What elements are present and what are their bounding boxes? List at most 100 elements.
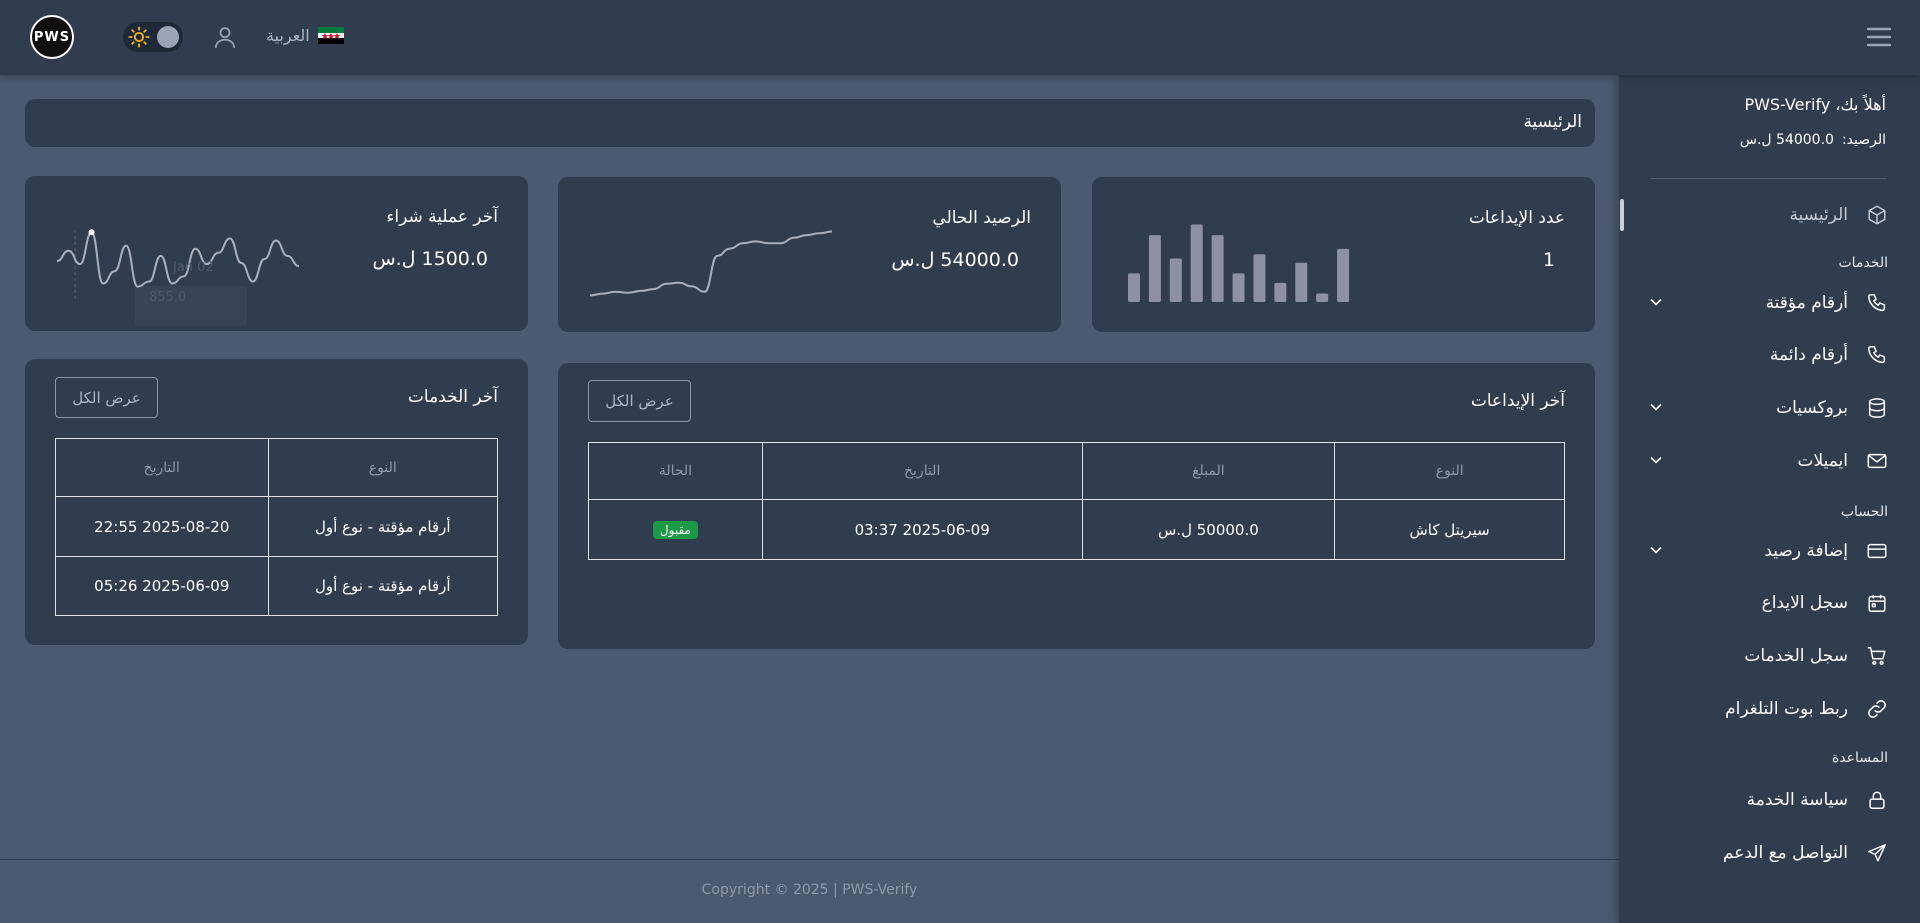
mail-icon: [1867, 453, 1887, 469]
table-row: سيريتل كاش 50000.0 ل.س 2025-06-09 03:37 …: [588, 499, 1565, 560]
phone-icon: [1868, 294, 1886, 312]
sidebar-item-add-balance[interactable]: إضافة رصيد: [1648, 536, 1888, 566]
column-header: الحالة: [588, 442, 763, 500]
top-bar: PWS العربية: [0, 0, 1920, 75]
hover-point: [88, 229, 95, 236]
sidebar-item-label: أرقام دائمة: [1769, 345, 1848, 365]
services-table: النوع التاريخ أرقام مؤقتة - نوع أول 2025…: [55, 438, 499, 616]
section-services: الخدمات: [1838, 255, 1889, 271]
card-title: الرصيد الحالي: [932, 208, 1031, 228]
active-indicator: [1620, 199, 1624, 231]
cell-date: 2025-06-09 05:26: [55, 556, 269, 616]
cart-icon: [1867, 647, 1886, 665]
chart-tooltip: Jan 02 855.0: [135, 260, 247, 326]
bar-5: [1211, 235, 1224, 302]
balance-label: الرصيد:: [1841, 132, 1886, 148]
phone-icon: [1868, 346, 1886, 364]
sidebar-item-label: الرئيسية: [1789, 205, 1848, 225]
logo[interactable]: PWS: [30, 15, 74, 59]
sidebar-item-deposit-log[interactable]: سجل الايداع: [1648, 588, 1888, 618]
sidebar-item-proxies[interactable]: بروكسيات: [1648, 393, 1888, 423]
table-row: أرقام مؤقتة - نوع أول 2025-08-20 22:55: [55, 496, 499, 557]
tooltip-date: Jan 02: [173, 260, 214, 275]
footer-divider: [0, 859, 1619, 860]
link-icon: [1868, 700, 1886, 718]
card-value: 54000.0 ل.س: [891, 249, 1019, 271]
page-title: الرئيسية: [1523, 112, 1582, 132]
sidebar-item-telegram-bot[interactable]: ربط بوت التلغرام: [1648, 694, 1888, 724]
sun-icon: [128, 26, 150, 48]
sidebar-item-label: بروكسيات: [1776, 398, 1848, 418]
view-all-services-button[interactable]: عرض الكل: [55, 377, 158, 418]
bar-3: [1169, 258, 1182, 302]
database-icon: [1868, 398, 1886, 418]
sidebar-item-label: سجل الخدمات: [1744, 646, 1848, 666]
sidebar-balance: الرصيد: 54000.0 ل.س: [1740, 132, 1886, 148]
breadcrumb: الرئيسية: [25, 99, 1595, 147]
sidebar-item-services-log[interactable]: سجل الخدمات: [1648, 641, 1888, 671]
bar-2: [1148, 235, 1161, 302]
sidebar-item-temp-numbers[interactable]: أرقام مؤقتة: [1648, 288, 1888, 318]
theme-toggle[interactable]: [123, 22, 183, 52]
menu-icon[interactable]: [1866, 26, 1892, 48]
balance-series-line: [589, 230, 833, 297]
cube-icon: [1868, 205, 1886, 225]
card-value: 1: [1542, 249, 1555, 271]
bar-1: [1128, 273, 1140, 302]
chevron-down-icon: [1650, 457, 1662, 464]
lock-icon: [1869, 791, 1885, 809]
sidebar-item-emails[interactable]: ايميلات: [1648, 446, 1888, 476]
view-all-deposits-button[interactable]: عرض الكل: [588, 380, 691, 422]
column-header: التاريخ: [55, 438, 269, 497]
bar-10: [1316, 293, 1329, 302]
sidebar-item-home[interactable]: الرئيسية: [1648, 200, 1888, 230]
bar-11: [1337, 248, 1350, 302]
language-switcher[interactable]: العربية: [266, 26, 344, 45]
bar-4: [1190, 224, 1203, 302]
sidebar-item-service-policy[interactable]: سياسة الخدمة: [1648, 785, 1888, 815]
cell-status: مقبول: [588, 499, 763, 560]
deposits-table: النوع المبلغ التاريخ الحالة سيريتل كاش 5…: [588, 442, 1565, 560]
card-value: 1500.0 ل.س: [372, 248, 488, 270]
chevron-down-icon: [1650, 404, 1662, 411]
table-row: أرقام مؤقتة - نوع أول 2025-06-09 05:26: [55, 556, 499, 616]
cell-type: أرقام مؤقتة - نوع أول: [267, 556, 499, 616]
bar-7: [1253, 254, 1266, 302]
column-header: التاريخ: [761, 442, 1083, 500]
toggle-knob: [157, 26, 179, 48]
balance-line-chart: [589, 230, 833, 297]
card-title: عدد الإيداعات: [1468, 208, 1565, 228]
send-icon: [1868, 844, 1886, 862]
sidebar-divider: [1651, 178, 1886, 179]
section-account: الحساب: [1840, 504, 1888, 520]
cell-type: أرقام مؤقتة - نوع أول: [267, 496, 499, 557]
sidebar-item-perm-numbers[interactable]: أرقام دائمة: [1648, 340, 1888, 370]
welcome-text: أهلاً بك، PWS-Verify: [1744, 95, 1886, 114]
column-header: النوع: [267, 438, 499, 497]
footer: Copyright © 2025 | PWS-Verify: [701, 882, 918, 898]
sidebar-item-contact-support[interactable]: التواصل مع الدعم: [1648, 838, 1888, 868]
sidebar-item-label: التواصل مع الدعم: [1722, 843, 1848, 863]
status-badge: مقبول: [652, 521, 698, 539]
sidebar: أهلاً بك، PWS-Verify الرصيد: 54000.0 ل.س…: [1619, 75, 1920, 923]
sidebar-item-label: أرقام مؤقتة: [1765, 293, 1848, 313]
cell-date: 2025-08-20 22:55: [55, 496, 269, 557]
current-balance-card: الرصيد الحالي 54000.0 ل.س: [558, 177, 1061, 332]
tooltip-value: 855.0: [149, 290, 187, 305]
logo-text: PWS: [33, 29, 71, 45]
sidebar-item-label: سياسة الخدمة: [1746, 790, 1848, 810]
sidebar-item-label: ايميلات: [1797, 451, 1848, 471]
bar-8: [1274, 282, 1287, 302]
last-purchase-card: آخر عملية شراء 1500.0 ل.س Jan 02 855.0: [25, 176, 528, 331]
sidebar-item-label: سجل الايداع: [1761, 593, 1848, 613]
column-header: النوع: [1334, 442, 1565, 500]
bar-9: [1295, 262, 1308, 302]
card-title: آخر عملية شراء: [386, 207, 498, 227]
table-header-row: النوع التاريخ: [55, 438, 499, 497]
credit-card-icon: [1867, 543, 1887, 559]
chevron-down-icon: [1650, 547, 1662, 554]
cell-date: 2025-06-09 03:37: [761, 499, 1083, 560]
deposits-bar-chart: [1128, 224, 1350, 302]
user-icon[interactable]: [212, 24, 238, 50]
calendar-icon: [1868, 594, 1886, 612]
